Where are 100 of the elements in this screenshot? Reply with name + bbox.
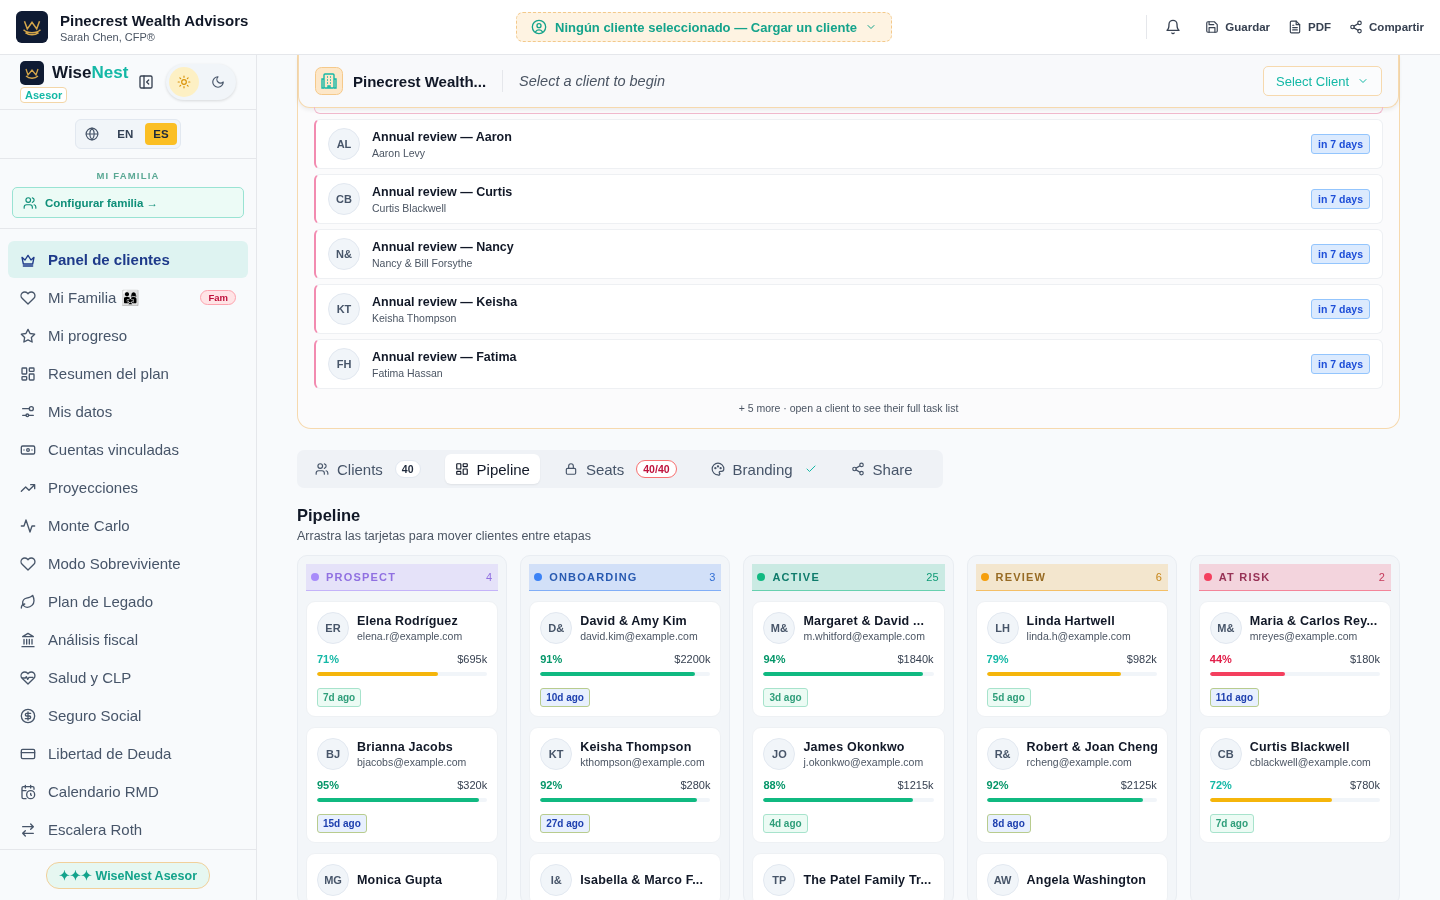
task-client: Aaron Levy <box>372 146 427 159</box>
client-card[interactable]: BJ Brianna Jacobs bjacobs@example.com 95% $320k 15d ago <box>306 727 499 843</box>
client-card[interactable]: R& Robert & Joan Cheng rcheng@example.com 92% $2125k 8d ago <box>975 727 1168 843</box>
nav-item[interactable]: Seguro Social <box>8 697 248 734</box>
avatar: AL <box>328 128 360 160</box>
task-title: Annual review — Fatima <box>372 349 517 364</box>
section-subtitle: Arrastra las tarjetas para mover clientes entre etapas <box>297 529 592 543</box>
client-card[interactable]: ER Elena Rodríguez elena.r@example.com 71% $695k 7d ago <box>306 601 499 717</box>
panel-prompt: Select a client to begin <box>519 73 665 89</box>
asset-value: $280k <box>680 779 711 791</box>
nav-item[interactable]: Calendario RMD <box>8 773 248 810</box>
client-card[interactable]: JO James Okonkwo j.okonkwo@example.com 88% $1215k 4d ago <box>752 727 945 843</box>
task-row[interactable]: FH Annual review — Fatima Fatima Hassan in 7 days <box>314 339 1383 389</box>
nav-item[interactable]: Resumen del plan <box>8 355 248 392</box>
nav-item[interactable]: Mi Familia 👨‍👩‍👧 Fam <box>8 279 248 316</box>
nav-item[interactable]: Plan de Legado <box>8 583 248 620</box>
task-client: Nancy & Bill Forsythe <box>372 256 474 269</box>
client-name: Brianna Jacobs <box>357 740 454 754</box>
asset-value: $1215k <box>897 779 934 791</box>
client-card[interactable]: MG Monica Gupta <box>306 853 499 900</box>
nav-label: Salud y CLP <box>48 669 132 686</box>
nav-item[interactable]: Salud y CLP <box>8 659 248 696</box>
last-contact-badge: 7d ago <box>1209 814 1255 833</box>
section-label: MI FAMILIA <box>95 170 161 181</box>
last-contact-badge: 4d ago <box>763 814 808 833</box>
avatar: M& <box>763 612 796 644</box>
nav-item[interactable]: Panel de clientes <box>8 241 248 278</box>
client-card[interactable]: LH Linda Hartwell linda.h@example.com 79% $982k 5d ago <box>975 601 1168 717</box>
client-name: James Okonkwo <box>803 740 906 754</box>
due-badge: in 7 days <box>1311 134 1370 154</box>
client-card[interactable]: M& Margaret & David ... m.whitford@example.com 94% $1840k 3d ago <box>752 601 945 717</box>
client-card[interactable]: TP The Patel Family Tr... <box>752 853 945 900</box>
client-email: david.kim@example.com <box>580 630 698 642</box>
nav-label: Modo Sobreviviente <box>48 555 181 572</box>
client-name: David & Amy Kim <box>580 614 688 628</box>
nav-item[interactable]: Modo Sobreviviente <box>8 545 248 582</box>
task-row[interactable]: AL Annual review — Aaron Aaron Levy in 7 days <box>314 119 1383 169</box>
logo-icon <box>20 61 44 85</box>
client-card[interactable]: D& David & Amy Kim david.kim@example.com 91% $2200k 10d ago <box>529 601 722 717</box>
nav-item[interactable]: Escalera Roth <box>8 811 248 848</box>
share-icon <box>1349 20 1364 34</box>
nav-item[interactable]: Libertad de Deuda <box>8 735 248 772</box>
last-contact-badge: 7d ago <box>317 688 362 707</box>
client-card[interactable]: CB Curtis Blackwell cblackwell@example.com 72% $780k 7d ago <box>1198 727 1391 843</box>
grid-icon <box>454 462 469 476</box>
bank-icon <box>20 631 36 648</box>
avatar: MG <box>317 864 349 896</box>
toolbar-button[interactable]: Guardar <box>1205 20 1271 34</box>
toolbar-button[interactable]: Compartir <box>1349 20 1424 34</box>
task-row[interactable]: N& Annual review — Nancy Nancy & Bill Forsythe in 7 days <box>314 229 1383 279</box>
client-name: Angela Washington <box>1026 873 1147 887</box>
client-name: Curtis Blackwell <box>1249 740 1351 754</box>
nav-label: Mi progreso <box>48 327 128 344</box>
nav-label: Escalera Roth <box>48 821 143 838</box>
nav-item[interactable]: Cuentas vinculadas <box>8 431 248 468</box>
tab[interactable]: Clients 40 <box>305 454 431 484</box>
client-name: Keisha Thompson <box>580 740 693 754</box>
tab[interactable]: Seats 40/40 <box>553 454 687 484</box>
tab[interactable]: Share <box>840 454 923 484</box>
nav-item[interactable]: Análisis fiscal <box>8 621 248 658</box>
more-tasks-note: + 5 more · open a client to see their full task list <box>737 402 960 414</box>
toolbar-button[interactable]: PDF <box>1288 20 1332 34</box>
language-button[interactable]: EN <box>109 123 142 145</box>
sun-icon <box>177 75 191 89</box>
firm-name: Pinecrest Wealth Advisors <box>60 11 249 29</box>
nav-item[interactable]: Proyecciones <box>8 469 248 506</box>
last-contact-badge: 8d ago <box>986 814 1031 833</box>
brand-name: WiseNest <box>52 63 129 83</box>
avatar: M& <box>1209 612 1242 644</box>
sidebar-toggle-icon[interactable] <box>138 74 154 90</box>
asset-value: $780k <box>1350 779 1380 791</box>
dollar-icon <box>20 707 36 724</box>
task-client: Keisha Thompson <box>372 311 458 324</box>
avatar: I& <box>540 864 573 896</box>
task-row[interactable]: CB Annual review — Curtis Curtis Blackwell in 7 days <box>314 174 1383 224</box>
client-email: linda.h@example.com <box>1026 630 1131 642</box>
avatar: CB <box>328 183 360 215</box>
tab[interactable]: Branding <box>700 454 827 484</box>
task-row[interactable]: KT Annual review — Keisha Keisha Thompson in 7 days <box>314 284 1383 334</box>
client-card[interactable]: I& Isabella & Marco F... <box>529 853 722 900</box>
nav-label: Libertad de Deuda <box>48 745 172 762</box>
tab[interactable]: Pipeline <box>444 454 540 484</box>
client-email: mreyes@example.com <box>1249 630 1359 642</box>
bell-icon[interactable] <box>1165 19 1182 35</box>
nav-label: Análisis fiscal <box>48 631 139 648</box>
language-button[interactable]: ES <box>145 123 177 145</box>
heart-icon <box>20 289 36 306</box>
client-card[interactable]: KT Keisha Thompson kthompson@example.com 92% $280k 27d ago <box>529 727 722 843</box>
client-card[interactable]: AW Angela Washington <box>975 853 1168 900</box>
client-email: rcheng@example.com <box>1026 756 1133 768</box>
sliders-icon <box>20 403 36 420</box>
avatar: KT <box>540 738 573 770</box>
users-icon <box>315 462 329 476</box>
stage-label: PROSPECT <box>326 571 397 583</box>
nav-item[interactable]: Mi progreso <box>8 317 248 354</box>
nav-item[interactable]: Mis datos <box>8 393 248 430</box>
client-card[interactable]: M& Maria & Carlos Rey... mreyes@example.com 44% $180k 11d ago <box>1198 601 1391 717</box>
configure-family-button[interactable]: Configurar familia → <box>12 187 244 218</box>
nav-item[interactable]: Monte Carlo <box>8 507 248 544</box>
last-contact-badge: 3d ago <box>763 688 808 707</box>
